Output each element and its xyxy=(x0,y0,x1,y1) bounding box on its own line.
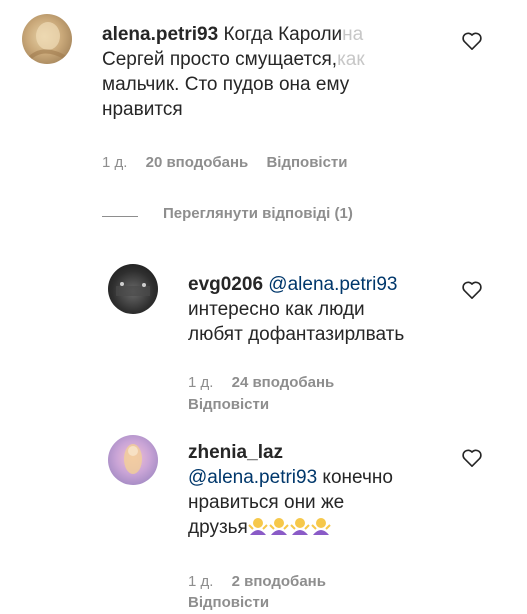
username-evg[interactable]: evg0206 xyxy=(188,274,263,295)
comment-body: zhenia_laz @alena.petri93 конечно нравит… xyxy=(188,440,458,540)
person-shrugging-emoji xyxy=(290,518,310,535)
avatar-zhenia[interactable] xyxy=(108,435,158,485)
like-count[interactable]: 24 вподобань xyxy=(232,374,335,391)
username-zhenia[interactable]: zhenia_laz xyxy=(188,440,458,465)
username-alena[interactable]: alena.petri93 xyxy=(102,24,218,45)
comment-text-line2: любят дофантазирлвать xyxy=(188,324,405,345)
comment-time[interactable]: 1 д. xyxy=(188,573,213,590)
avatar-image xyxy=(26,22,68,62)
replies-divider xyxy=(102,216,138,217)
person-shrugging-emoji xyxy=(248,518,268,535)
person-shrugging-emoji xyxy=(311,518,331,535)
heart-icon[interactable] xyxy=(461,448,483,468)
comment-text-line2b: как xyxy=(337,49,365,70)
comment-meta: 1 д. 20 вподобань Відповісти xyxy=(102,152,362,174)
comment-text-line3: друзья xyxy=(188,517,248,538)
comment-text-line1: конечно xyxy=(317,467,393,488)
avatar-image xyxy=(124,444,142,474)
heart-icon[interactable] xyxy=(461,31,483,51)
comment-time[interactable]: 1 д. xyxy=(188,374,213,391)
comment-body: evg0206 @alena.petri93 интересно как люд… xyxy=(188,272,448,347)
comment-text-line1: интересно как люди xyxy=(188,299,365,320)
comment-meta: 1 д. 2 вподобань xyxy=(188,571,340,593)
comment-meta: 1 д. 24 вподобань xyxy=(188,372,348,394)
avatar-alena[interactable] xyxy=(22,14,72,64)
person-shrugging-emoji xyxy=(269,518,289,535)
like-count[interactable]: 2 вподобань xyxy=(232,573,326,590)
comment-time[interactable]: 1 д. xyxy=(102,154,127,171)
comment-text-line2: нравиться они же xyxy=(188,492,345,513)
comment-text-line1: Когда Кароли xyxy=(218,24,343,45)
avatar-evg[interactable] xyxy=(108,264,158,314)
view-replies-button[interactable]: Переглянути відповіді (1) xyxy=(163,205,353,222)
like-count[interactable]: 20 вподобань xyxy=(146,154,249,171)
mention-link[interactable]: @alena.petri93 xyxy=(188,467,317,488)
comment-text-line4: нравится xyxy=(102,99,183,120)
heart-icon[interactable] xyxy=(461,280,483,300)
comment-text-line2: Сергей просто смущается, xyxy=(102,49,338,70)
avatar-image xyxy=(116,282,150,296)
reply-button[interactable]: Відповісти xyxy=(266,154,347,171)
reply-button[interactable]: Відповісти xyxy=(188,394,269,416)
mention-link[interactable]: @alena.petri93 xyxy=(268,274,397,295)
reply-button[interactable]: Відповісти xyxy=(188,592,269,614)
faded-text: на xyxy=(342,24,364,45)
comment-text-line3: мальчик. Сто пудов она ему xyxy=(102,74,350,95)
comment-body: alena.petri93 Когда Каролина Сергей прос… xyxy=(102,22,402,122)
